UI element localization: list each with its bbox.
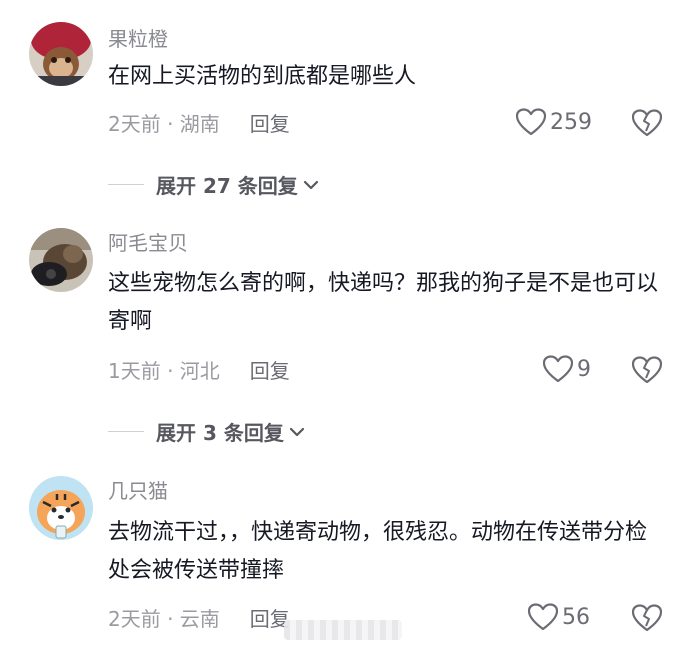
comment-time-location: 1天前 · 河北 [108, 358, 220, 383]
expand-replies-button[interactable]: 展开 3 条回复 [108, 417, 306, 446]
expand-replies-label: 展开 3 条回复 [156, 421, 284, 445]
like-count: 9 [577, 356, 591, 382]
comment-time-location: 2天前 · 湖南 [108, 111, 220, 136]
reply-button[interactable]: 回复 [250, 108, 290, 137]
like-count: 259 [550, 109, 592, 135]
expand-replies-button[interactable]: 展开 27 条回复 [108, 170, 320, 199]
divider-line [108, 184, 144, 185]
heart-outline-icon [516, 108, 546, 136]
username[interactable]: 果粒橙 [108, 26, 168, 52]
divider-line [108, 431, 144, 432]
comment-meta: 1天前 · 河北 回复 [108, 354, 290, 384]
avatar[interactable] [29, 22, 93, 86]
like-count: 56 [562, 604, 590, 630]
comment-meta: 2天前 · 湖南 回复 [108, 107, 290, 137]
like-button[interactable]: 259 [516, 108, 592, 136]
broken-heart-icon[interactable] [632, 109, 662, 137]
heart-outline-icon [528, 603, 558, 631]
watermark-overlay [284, 620, 402, 640]
expand-replies-label: 展开 27 条回复 [156, 174, 298, 198]
reply-button[interactable]: 回复 [250, 355, 290, 384]
avatar[interactable] [29, 476, 93, 540]
like-button[interactable]: 9 [543, 355, 591, 383]
comment-text: 去物流干过，，快递寄动物，很残忍。动物在传送带分检处会被传送带撞摔 [108, 520, 648, 583]
comment-meta: 2天前 · 云南 回复 [108, 602, 290, 632]
username[interactable]: 阿毛宝贝 [108, 230, 188, 256]
broken-heart-icon[interactable] [632, 604, 662, 632]
username[interactable]: 几只猫 [108, 478, 168, 504]
chevron-down-icon [303, 180, 318, 189]
comment-text: 在网上买活物的到底都是哪些人 [108, 64, 417, 89]
comment-text: 这些宠物怎么寄的啊，快递吗？那我的狗子是不是也可以寄啊 [108, 271, 659, 334]
broken-heart-icon[interactable] [632, 356, 662, 384]
like-button[interactable]: 56 [528, 603, 590, 631]
comment-time-location: 2天前 · 云南 [108, 606, 220, 631]
heart-outline-icon [543, 355, 573, 383]
avatar[interactable] [29, 228, 93, 292]
chevron-down-icon [289, 427, 304, 436]
